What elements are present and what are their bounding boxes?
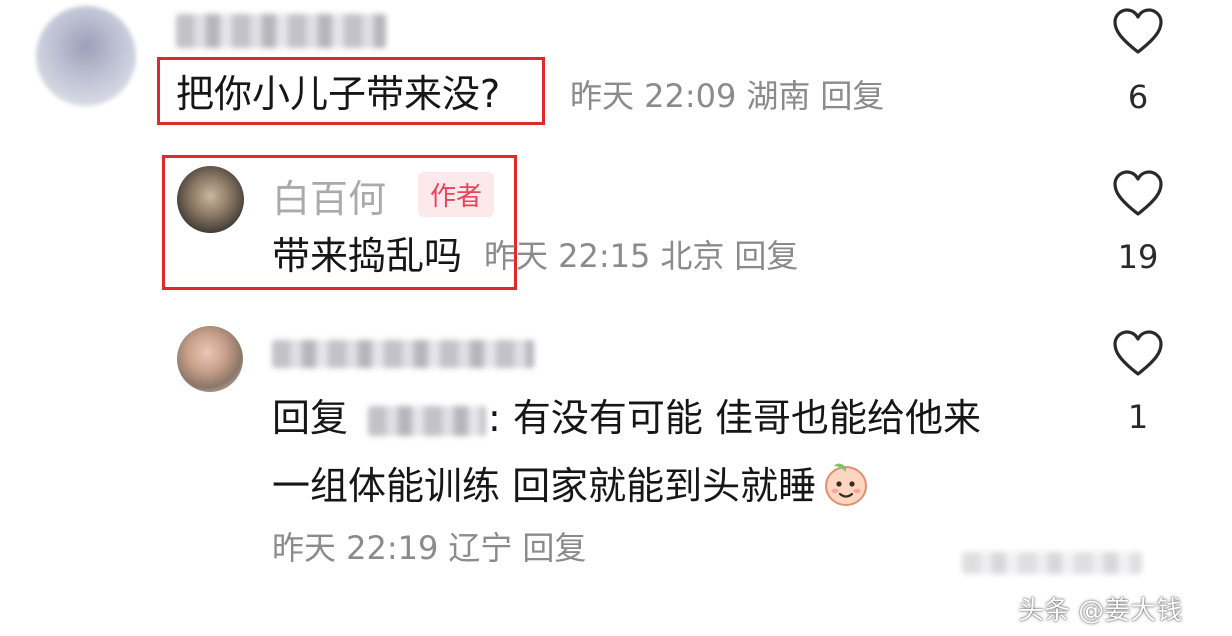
comment-location: 湖南 xyxy=(746,77,811,115)
collapsed-replies-blurred[interactable] xyxy=(962,552,1142,574)
like-count: 1 xyxy=(1127,398,1149,436)
comment-time: 昨天 22:09 xyxy=(570,77,737,115)
commenter-avatar[interactable] xyxy=(177,326,243,392)
like-count: 6 xyxy=(1127,78,1149,116)
peach-emoji-icon xyxy=(822,460,870,517)
heart-outline-icon[interactable] xyxy=(1112,8,1164,56)
comment-location: 辽宁 xyxy=(448,529,513,567)
author-name[interactable]: 白百何 xyxy=(272,168,386,223)
comment-meta: 昨天 22:09 湖南 回复 xyxy=(570,78,894,114)
like-count: 19 xyxy=(1117,238,1159,276)
comment-location: 北京 xyxy=(660,237,725,275)
comment-time: 昨天 22:19 xyxy=(272,529,439,567)
comment-meta: 昨天 22:19 辽宁 回复 xyxy=(272,530,596,566)
commenter-name-blurred[interactable] xyxy=(176,14,386,48)
commenter-name-blurred[interactable] xyxy=(272,340,534,368)
comment-text-line-2: 一组体能训练 回家就能到头就睡 xyxy=(272,464,817,508)
comment-text-line-1: : 有没有可能 佳哥也能给他来 xyxy=(488,396,981,440)
comment-time: 昨天 22:15 xyxy=(484,237,651,275)
commenter-avatar[interactable] xyxy=(36,6,136,106)
author-badge: 作者 xyxy=(418,172,495,217)
comment-text: 带来捣乱吗 xyxy=(272,234,463,278)
author-avatar[interactable] xyxy=(177,166,244,233)
replied-user-blurred[interactable] xyxy=(368,405,487,436)
like-button[interactable] xyxy=(1108,8,1168,60)
like-button[interactable] xyxy=(1108,330,1168,382)
reply-comment-line-2: 一组体能训练 回家就能到头就睡 xyxy=(272,460,870,517)
reply-comment-line-1: 回复 : 有没有可能 佳哥也能给他来 xyxy=(272,396,981,440)
heart-outline-icon[interactable] xyxy=(1112,170,1164,218)
watermark: 头条 @姜大钱 xyxy=(1018,596,1183,626)
comment-meta: 昨天 22:15 北京 回复 xyxy=(484,238,808,274)
reply-button[interactable]: 回复 xyxy=(820,77,884,115)
reply-button[interactable]: 回复 xyxy=(734,237,798,275)
reply-prefix: 回复 xyxy=(272,396,349,440)
heart-outline-icon[interactable] xyxy=(1112,330,1164,378)
like-button[interactable] xyxy=(1108,170,1168,222)
reply-button[interactable]: 回复 xyxy=(522,529,586,567)
comment-text: 把你小儿子带来没? xyxy=(176,72,501,116)
